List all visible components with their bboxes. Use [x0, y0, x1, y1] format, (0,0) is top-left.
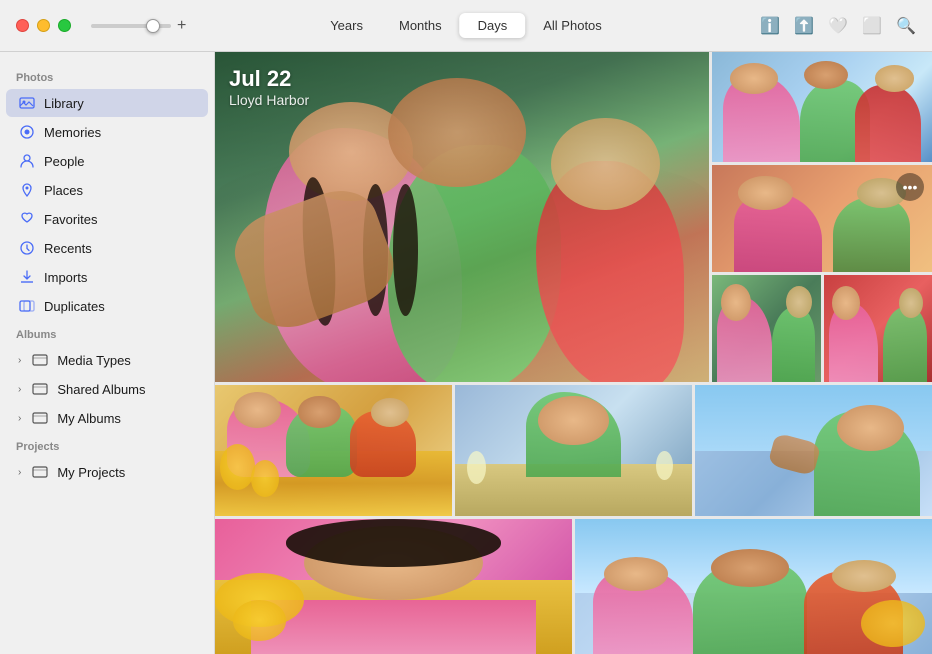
- people-label: People: [44, 154, 84, 169]
- my-albums-label: My Albums: [57, 411, 121, 426]
- view-tabs: Years Months Days All Photos: [312, 13, 620, 38]
- shared-albums-icon: [31, 380, 49, 398]
- info-icon[interactable]: ℹ️: [760, 16, 780, 36]
- my-projects-label: My Projects: [57, 465, 125, 480]
- favorites-label: Favorites: [44, 212, 97, 227]
- sidebar-item-imports[interactable]: Imports: [6, 263, 208, 291]
- recents-label: Recents: [44, 241, 92, 256]
- photo-row3-2[interactable]: [575, 519, 932, 654]
- media-types-icon: [31, 351, 49, 369]
- date-overlay: Jul 22 Lloyd Harbor: [229, 66, 309, 108]
- minimize-button[interactable]: [37, 19, 50, 32]
- media-types-chevron: ›: [18, 355, 21, 366]
- shared-albums-label: Shared Albums: [57, 382, 145, 397]
- places-label: Places: [44, 183, 83, 198]
- zoom-slider-track[interactable]: [91, 24, 171, 28]
- close-button[interactable]: [16, 19, 29, 32]
- sidebar-item-library[interactable]: Library: [6, 89, 208, 117]
- photo-row3-1[interactable]: [215, 519, 572, 654]
- sidebar-item-people[interactable]: People: [6, 147, 208, 175]
- traffic-lights: [16, 19, 71, 32]
- albums-section-label: Albums: [0, 321, 214, 345]
- sidebar-item-favorites[interactable]: Favorites: [6, 205, 208, 233]
- main-photo-large[interactable]: Jul 22 Lloyd Harbor: [215, 52, 709, 382]
- fullscreen-button[interactable]: [58, 19, 71, 32]
- my-albums-chevron: ›: [18, 413, 21, 424]
- sidebar-item-recents[interactable]: Recents: [6, 234, 208, 262]
- photo-date: Jul 22: [229, 66, 309, 92]
- tab-allphotos[interactable]: All Photos: [525, 13, 620, 38]
- heart-icon[interactable]: 🤍: [828, 16, 848, 36]
- zoom-plus-icon[interactable]: +: [177, 17, 186, 35]
- more-button[interactable]: •••: [896, 173, 924, 201]
- zoom-slider-area: +: [91, 17, 186, 35]
- people-icon: [18, 152, 36, 170]
- tab-days[interactable]: Days: [460, 13, 526, 38]
- media-types-label: Media Types: [57, 353, 130, 368]
- titlebar: + Years Months Days All Photos ℹ️ ⬆️ 🤍 ⬜…: [0, 0, 932, 52]
- projects-section-label: Projects: [0, 433, 214, 457]
- share-icon[interactable]: ⬆️: [794, 16, 814, 36]
- my-projects-icon: [31, 463, 49, 481]
- zoom-slider-thumb[interactable]: [146, 19, 160, 33]
- photo-thumb-1[interactable]: [712, 52, 932, 162]
- photos-section-label: Photos: [0, 64, 214, 88]
- photo-row2-1[interactable]: [215, 385, 452, 516]
- sidebar-item-places[interactable]: Places: [6, 176, 208, 204]
- library-icon: [18, 94, 36, 112]
- crop-icon[interactable]: ⬜: [862, 16, 882, 36]
- tab-years[interactable]: Years: [312, 13, 381, 38]
- sidebar-item-media-types[interactable]: › Media Types: [6, 346, 208, 374]
- my-albums-icon: [31, 409, 49, 427]
- favorites-icon: [18, 210, 36, 228]
- memories-icon: [18, 123, 36, 141]
- sidebar-item-my-projects[interactable]: › My Projects: [6, 458, 208, 486]
- sidebar-item-memories[interactable]: Memories: [6, 118, 208, 146]
- photo-thumb-4[interactable]: [824, 275, 932, 382]
- photo-thumb-2-top[interactable]: •••: [712, 165, 932, 272]
- duplicates-label: Duplicates: [44, 299, 105, 314]
- photo-row2-2[interactable]: [455, 385, 692, 516]
- recents-icon: [18, 239, 36, 257]
- shared-albums-chevron: ›: [18, 384, 21, 395]
- imports-icon: [18, 268, 36, 286]
- sidebar: Photos Library Memories: [0, 52, 215, 654]
- sidebar-item-shared-albums[interactable]: › Shared Albums: [6, 375, 208, 403]
- photo-row2-3[interactable]: [695, 385, 932, 516]
- sidebar-item-duplicates[interactable]: Duplicates: [6, 292, 208, 320]
- library-label: Library: [44, 96, 84, 111]
- photo-location: Lloyd Harbor: [229, 92, 309, 108]
- search-icon[interactable]: 🔍: [896, 16, 916, 36]
- main-content: Photos Library Memories: [0, 52, 932, 654]
- toolbar-icons: ℹ️ ⬆️ 🤍 ⬜ 🔍: [760, 16, 916, 36]
- my-projects-chevron: ›: [18, 467, 21, 478]
- photo-thumb-3[interactable]: [712, 275, 821, 382]
- sidebar-item-my-albums[interactable]: › My Albums: [6, 404, 208, 432]
- photo-area: Jul 22 Lloyd Harbor: [215, 52, 932, 654]
- places-icon: [18, 181, 36, 199]
- tab-months[interactable]: Months: [381, 13, 460, 38]
- imports-label: Imports: [44, 270, 87, 285]
- memories-label: Memories: [44, 125, 101, 140]
- duplicates-icon: [18, 297, 36, 315]
